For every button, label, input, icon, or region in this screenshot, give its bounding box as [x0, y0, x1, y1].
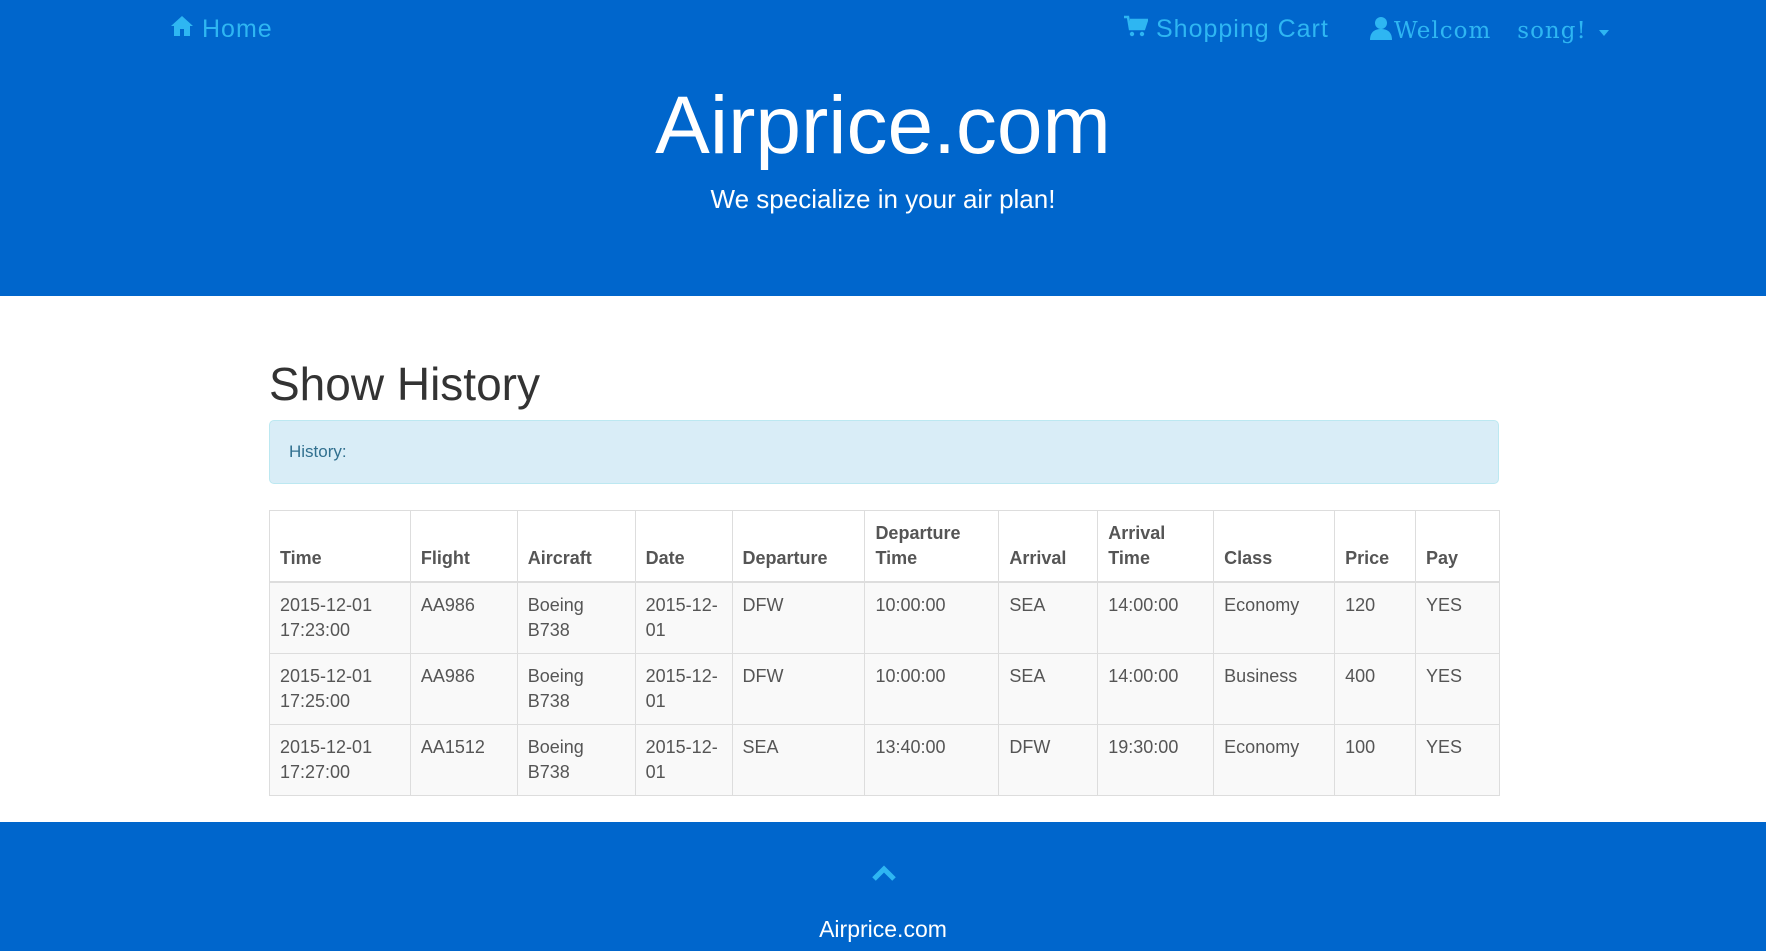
table-row: 2015-12-01 17:27:00 AA1512 Boeing B738 2… [269, 724, 1500, 796]
cell-flight: AA1512 [409, 724, 518, 796]
cell-flight: AA986 [409, 653, 518, 725]
cell-departure-time: 13:40:00 [864, 724, 1000, 796]
cell-departure-time: 10:00:00 [864, 653, 1000, 725]
column-header-departure: Departure [731, 510, 866, 583]
column-header-flight: Flight [409, 510, 518, 583]
site-footer: Airprice.com [0, 822, 1766, 951]
cell-price: 400 [1334, 653, 1417, 725]
cell-date: 2015-12-01 [634, 653, 733, 725]
nav-cart-link[interactable]: Shopping Cart [1124, 12, 1329, 46]
cell-pay: YES [1415, 581, 1500, 654]
site-header: Home Shopping Cart Welcom song! Airprice… [0, 0, 1766, 296]
chevron-up-icon [872, 865, 896, 886]
cell-arrival: DFW [998, 724, 1099, 796]
cell-class: Business [1213, 653, 1336, 725]
cell-arrival: SEA [998, 581, 1099, 654]
cell-time: 2015-12-01 17:25:00 [269, 653, 411, 725]
cell-departure-time: 10:00:00 [864, 581, 1000, 654]
shopping-cart-icon [1124, 15, 1156, 44]
cell-arrival: SEA [998, 653, 1099, 725]
cell-class: Economy [1213, 581, 1336, 654]
back-to-top-button[interactable] [872, 864, 896, 882]
caret-down-icon [1598, 30, 1609, 36]
table-header-row: Time Flight Aircraft Date Departure Depa… [269, 510, 1500, 583]
welcome-label: Welcom [1394, 18, 1492, 44]
cell-date: 2015-12-01 [634, 581, 733, 654]
cell-flight: AA986 [409, 581, 518, 654]
site-title: Airprice.com [655, 80, 1111, 171]
column-header-aircraft: Aircraft [516, 510, 636, 583]
cell-arrival-time: 19:30:00 [1097, 724, 1215, 796]
column-header-class: Class [1213, 510, 1336, 583]
user-name: song! [1517, 18, 1587, 44]
column-header-arrival-time: Arrival Time [1097, 510, 1215, 583]
table-row: 2015-12-01 17:25:00 AA986 Boeing B738 20… [269, 653, 1500, 725]
nav-cart-label: Shopping Cart [1156, 14, 1329, 43]
column-header-date: Date [634, 510, 733, 583]
cell-aircraft: Boeing B738 [516, 724, 636, 796]
page-title: Show History [269, 358, 540, 410]
column-header-time: Time [269, 510, 411, 583]
cell-departure: SEA [731, 724, 866, 796]
cell-aircraft: Boeing B738 [516, 581, 636, 654]
cell-arrival-time: 14:00:00 [1097, 581, 1215, 654]
home-icon [170, 15, 202, 44]
cell-date: 2015-12-01 [634, 724, 733, 796]
history-table: Time Flight Aircraft Date Departure Depa… [269, 510, 1500, 796]
cell-time: 2015-12-01 17:23:00 [269, 581, 411, 654]
table-row: 2015-12-01 17:23:00 AA986 Boeing B738 20… [269, 581, 1500, 654]
cell-departure: DFW [731, 581, 866, 654]
cell-price: 120 [1334, 581, 1417, 654]
cell-pay: YES [1415, 653, 1500, 725]
column-header-arrival: Arrival [998, 510, 1099, 583]
nav-home-label: Home [202, 14, 273, 43]
cell-time: 2015-12-01 17:27:00 [269, 724, 411, 796]
site-tagline: We specialize in your air plan! [710, 184, 1056, 214]
nav-home-link[interactable]: Home [170, 12, 273, 46]
history-alert: History: [269, 420, 1499, 484]
cell-arrival-time: 14:00:00 [1097, 653, 1215, 725]
cell-price: 100 [1334, 724, 1417, 796]
cell-aircraft: Boeing B738 [516, 653, 636, 725]
cell-departure: DFW [731, 653, 866, 725]
history-alert-text: History: [289, 442, 347, 461]
user-dropdown-toggle[interactable]: Welcom song! [1370, 12, 1609, 50]
cell-pay: YES [1415, 724, 1500, 796]
cell-class: Economy [1213, 724, 1336, 796]
column-header-price: Price [1334, 510, 1417, 583]
column-header-pay: Pay [1415, 510, 1500, 583]
column-header-departure-time: Departure Time [864, 510, 1000, 583]
footer-brand: Airprice.com [819, 916, 947, 942]
